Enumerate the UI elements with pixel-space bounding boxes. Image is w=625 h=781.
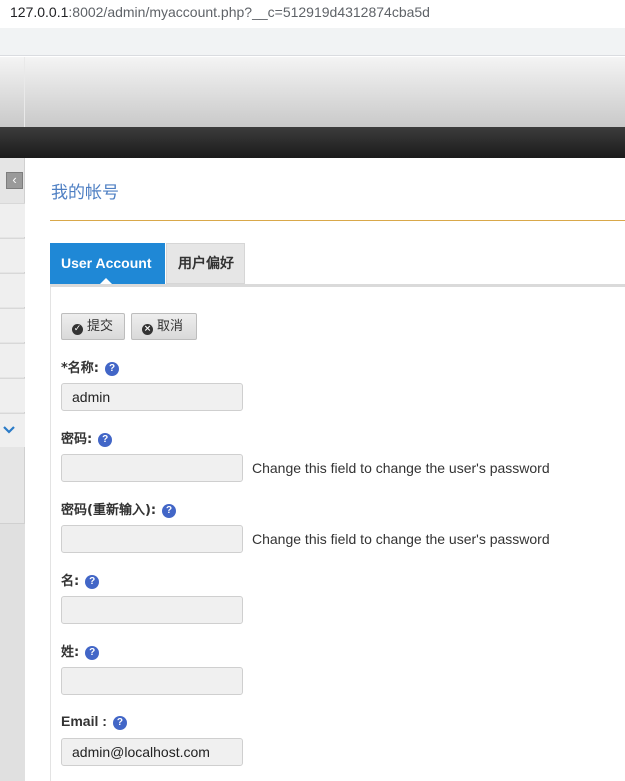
password-label-text: 密码:: [61, 432, 93, 447]
check-circle-icon: ✓: [72, 324, 83, 335]
firstname-label: 名:?: [61, 570, 100, 589]
help-icon[interactable]: ?: [105, 362, 119, 376]
header-divider: [24, 57, 25, 127]
app-header: [0, 57, 625, 127]
browser-toolbar-strip: [0, 28, 625, 56]
page-title: 我的帐号: [51, 183, 119, 203]
email-label-text: Email :: [61, 713, 107, 729]
help-icon[interactable]: ?: [112, 716, 127, 730]
sidebar-item[interactable]: [0, 378, 25, 412]
lastname-input[interactable]: [61, 667, 243, 695]
address-bar[interactable]: 127.0.0.1:8002/admin/myaccount.php?__c=5…: [0, 0, 625, 28]
firstname-label-text: 名:: [61, 574, 80, 589]
url-text[interactable]: 127.0.0.1:8002/admin/myaccount.php?__c=5…: [10, 4, 430, 20]
tab-user-account[interactable]: User Account: [50, 243, 165, 284]
tab-user-preferences[interactable]: 用户偏好: [166, 243, 245, 284]
main-content: 我的帐号 User Account 用户偏好 ✓ 提交 × 取消 *名称:? adm…: [26, 158, 625, 781]
sidebar-item[interactable]: [0, 238, 25, 272]
sidebar-footer: [0, 523, 25, 781]
sidebar-item[interactable]: [0, 343, 25, 377]
password-hint: Change this field to change the user's p…: [252, 460, 550, 476]
email-input[interactable]: admin@localhost.com: [61, 738, 243, 766]
submit-button[interactable]: ✓ 提交: [61, 313, 125, 340]
name-label-text: *名称:: [61, 361, 99, 376]
cancel-button[interactable]: × 取消: [131, 313, 197, 340]
lastname-label: 姓:?: [61, 641, 100, 660]
email-label: Email :?: [61, 713, 127, 730]
password-input[interactable]: [61, 454, 243, 482]
submit-label: 提交: [87, 319, 114, 334]
url-host: 127.0.0.1: [10, 4, 69, 20]
help-icon[interactable]: ?: [85, 646, 100, 660]
close-circle-icon: ×: [142, 324, 153, 335]
password-confirm-input[interactable]: [61, 525, 243, 553]
help-icon[interactable]: ?: [162, 504, 177, 518]
password-label: 密码:?: [61, 428, 113, 447]
password-confirm-label-text: 密码(重新输入):: [61, 503, 157, 518]
name-label: *名称:?: [61, 357, 119, 376]
sidebar-item[interactable]: [0, 203, 25, 237]
firstname-input[interactable]: [61, 596, 243, 624]
lastname-label-text: 姓:: [61, 645, 80, 660]
chevron-left-icon[interactable]: ‹: [6, 172, 23, 189]
sidebar: ‹: [0, 158, 25, 781]
sidebar-item[interactable]: [0, 273, 25, 307]
name-input[interactable]: admin: [61, 383, 243, 411]
chevron-down-icon[interactable]: [3, 423, 15, 437]
help-icon[interactable]: ?: [85, 575, 100, 589]
url-path: :8002/admin/myaccount.php?__c=512919d431…: [68, 4, 430, 20]
help-icon[interactable]: ?: [98, 433, 113, 447]
password-confirm-hint: Change this field to change the user's p…: [252, 531, 550, 547]
cancel-label: 取消: [157, 319, 184, 334]
top-nav-bar: [0, 127, 625, 158]
title-divider: [50, 220, 625, 221]
password-confirm-label: 密码(重新输入):?: [61, 499, 177, 518]
sidebar-item[interactable]: [0, 308, 25, 342]
